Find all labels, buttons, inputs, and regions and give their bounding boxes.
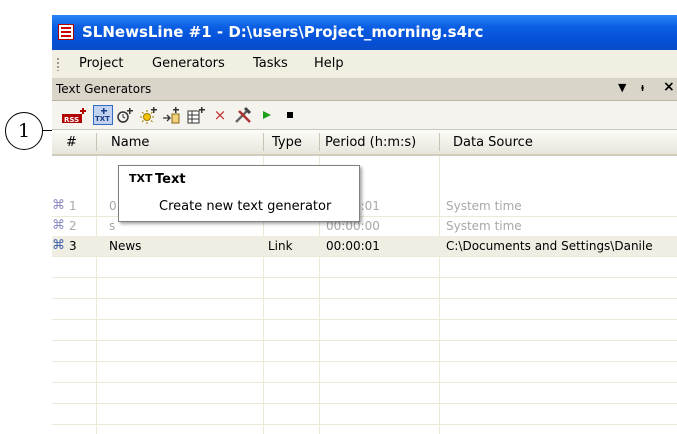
tooltip-description: Create new text generator (159, 199, 332, 214)
text-icon: TXT (129, 172, 153, 185)
sun-icon (140, 107, 157, 124)
start-button[interactable] (257, 105, 277, 125)
tools-icon (235, 106, 252, 123)
row-num: 2 (69, 219, 77, 233)
table-row-empty (52, 257, 677, 278)
menu-generators[interactable]: Generators (152, 56, 225, 71)
callout-number: 1 (17, 120, 31, 142)
rss-generator-button[interactable]: RSS (60, 105, 90, 125)
panel-title: Text Generators (56, 82, 152, 96)
row-name: 0 (109, 199, 117, 213)
row-num: 3 (69, 239, 77, 253)
row-name: s (109, 219, 116, 233)
app-icon (58, 24, 74, 40)
tools-button[interactable] (233, 105, 253, 125)
import-icon (163, 107, 180, 124)
sun-generator-button[interactable] (139, 105, 159, 125)
tooltip-title: Text (155, 172, 186, 187)
app-window: SLNewsLine #1 - D:\users\Project_morning… (52, 15, 677, 434)
toolbar: RSS TXT × (52, 101, 677, 130)
menu-bar: Project Generators Tasks Help (52, 50, 677, 79)
row-period: 00:00:01 (326, 239, 380, 253)
menu-grip[interactable] (57, 58, 59, 71)
close-panel-icon[interactable]: × (663, 79, 675, 95)
link-generator-icon: ⌘ (52, 218, 65, 233)
table-row[interactable]: ⌘ 3 News Link 00:00:01 C:\Documents and … (52, 236, 677, 257)
row-source: System time (446, 219, 522, 233)
table-generator-button[interactable] (186, 105, 206, 125)
header-type[interactable]: Type (272, 135, 302, 150)
menu-help[interactable]: Help (314, 56, 344, 71)
text-generator-button[interactable]: TXT (93, 105, 113, 125)
header-period[interactable]: Period (h:m:s) (325, 135, 416, 150)
table-icon (187, 107, 205, 124)
clock-generator-button[interactable] (116, 105, 136, 125)
row-type: Link (268, 239, 293, 253)
tooltip: TXT Text Create new text generator (118, 165, 360, 222)
link-generator-icon: ⌘ (52, 198, 65, 213)
row-source: System time (446, 199, 522, 213)
svg-text:TXT: TXT (95, 115, 110, 123)
delete-button[interactable]: × (210, 105, 230, 125)
stop-button[interactable] (280, 105, 300, 125)
table-header: # Name Type Period (h:m:s) Data Source (52, 130, 677, 156)
menu-project[interactable]: Project (79, 56, 123, 71)
table-row-empty (52, 320, 677, 341)
table-row-empty (52, 362, 677, 383)
header-name[interactable]: Name (111, 135, 149, 150)
clock-icon (117, 108, 133, 123)
table-row-empty (52, 278, 677, 299)
title-bar[interactable]: SLNewsLine #1 - D:\users\Project_morning… (52, 15, 677, 50)
pin-icon[interactable]: ᵼ (641, 81, 644, 94)
window-title: SLNewsLine #1 - D:\users\Project_morning… (82, 23, 484, 41)
svg-text:RSS: RSS (64, 116, 79, 124)
import-generator-button[interactable] (162, 105, 182, 125)
play-icon (263, 111, 271, 119)
table-row-empty (52, 383, 677, 404)
delete-icon: × (213, 106, 227, 124)
row-num: 1 (69, 199, 77, 213)
row-name: News (109, 239, 142, 253)
rss-icon: RSS (62, 108, 86, 124)
link-generator-icon: ⌘ (52, 238, 65, 253)
header-source[interactable]: Data Source (453, 135, 533, 150)
header-num[interactable]: # (66, 135, 77, 150)
table-row-empty (52, 299, 677, 320)
stop-icon (287, 112, 293, 118)
text-icon: TXT (95, 108, 110, 123)
table-row-empty (52, 341, 677, 362)
callout-marker: 1 (5, 112, 43, 150)
menu-tasks[interactable]: Tasks (253, 56, 288, 71)
panel-header: Text Generators ▼ ᵼ × (52, 79, 677, 101)
table-row-empty (52, 404, 677, 425)
row-source: C:\Documents and Settings\Danile (446, 239, 653, 253)
panel-dropdown-icon[interactable]: ▼ (618, 81, 626, 94)
